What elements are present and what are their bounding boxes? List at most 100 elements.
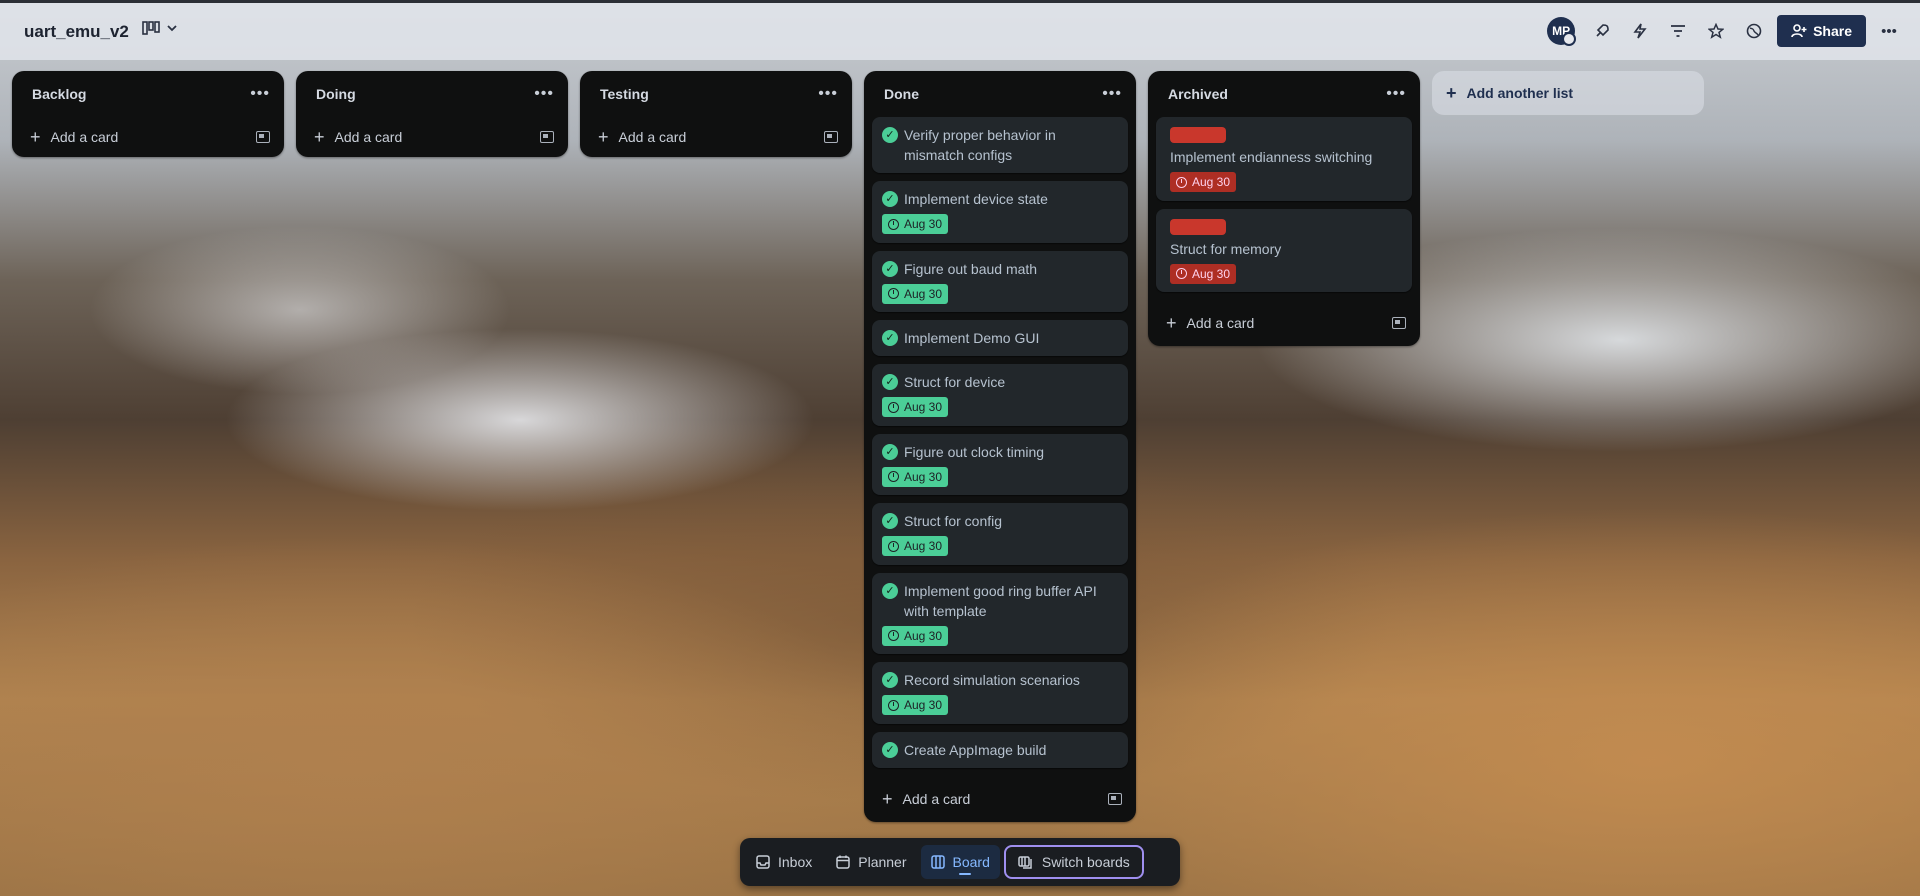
card-template-icon[interactable] [1392, 317, 1406, 329]
list-more-icon[interactable]: ••• [1386, 85, 1406, 103]
due-date-badge[interactable]: Aug 30 [882, 397, 949, 417]
card[interactable]: ✓ Struct for device Aug 30 [872, 364, 1128, 426]
complete-check-icon[interactable]: ✓ [882, 191, 898, 207]
card[interactable]: ✓ Implement Demo GUI [872, 320, 1128, 356]
card-title: Create AppImage build [904, 741, 1047, 758]
nav-board-label: Board [952, 854, 990, 870]
list-header: Testing ••• [580, 71, 852, 117]
card-template-icon[interactable] [540, 131, 554, 143]
share-label: Share [1813, 23, 1852, 39]
automation-button[interactable] [1625, 16, 1655, 46]
card-label[interactable] [1170, 127, 1226, 143]
list-title[interactable]: Done [884, 86, 919, 102]
list-more-icon[interactable]: ••• [534, 85, 554, 103]
board-view-switcher[interactable] [142, 21, 178, 35]
board-menu-button[interactable]: ••• [1874, 16, 1904, 46]
complete-check-icon[interactable]: ✓ [882, 330, 898, 346]
list-title[interactable]: Archived [1168, 86, 1228, 102]
list-header: Backlog ••• [12, 71, 284, 117]
nav-switch-boards[interactable]: Switch boards [1003, 845, 1144, 879]
list-more-icon[interactable]: ••• [818, 85, 838, 103]
card-title: Implement endianness switching [1170, 149, 1373, 165]
card-template-icon[interactable] [256, 131, 270, 143]
due-date: Aug 30 [904, 469, 943, 484]
due-date-badge[interactable]: Aug 30 [882, 214, 949, 234]
power-ups-button[interactable] [1587, 16, 1617, 46]
card[interactable]: ✓ Verify proper behavior in mismatch conf… [872, 117, 1128, 173]
card-template-icon[interactable] [824, 131, 838, 143]
complete-check-icon[interactable]: ✓ [882, 741, 898, 758]
card-template-icon[interactable] [1108, 792, 1122, 805]
plus-icon: + [882, 788, 893, 809]
list-title[interactable]: Testing [600, 86, 649, 102]
list-done: Done ••• ✓ Verify proper behavior in mism… [864, 71, 1136, 822]
card[interactable]: ✓ Figure out clock timing Aug 30 [872, 433, 1128, 495]
calendar-icon [836, 855, 850, 869]
complete-check-icon[interactable]: ✓ [882, 443, 898, 460]
more-icon: ••• [1881, 22, 1897, 40]
switch-boards-icon [1018, 856, 1032, 869]
clock-icon [888, 540, 899, 552]
card[interactable]: ✓ Implement good ring buffer API with tem… [872, 572, 1128, 654]
due-date-badge[interactable]: Aug 30 [882, 466, 949, 487]
list-header: Done ••• [864, 71, 1136, 117]
lightning-icon [1633, 23, 1647, 39]
nav-planner[interactable]: Planner [826, 845, 916, 879]
list-doing: Doing ••• + Add a card [296, 71, 568, 157]
add-list-label: Add another list [1466, 85, 1574, 101]
inbox-icon [756, 855, 770, 869]
add-card-button[interactable]: + Add a card [1148, 300, 1420, 346]
nav-inbox[interactable]: Inbox [746, 845, 822, 879]
card-title: Implement device state [904, 191, 1048, 207]
visibility-button[interactable] [1739, 16, 1769, 46]
add-card-button[interactable]: + Add a card [12, 117, 284, 157]
card[interactable]: ✓ Implement device state Aug 30 [872, 181, 1128, 243]
card[interactable]: Implement endianness switching Aug 30 [1156, 117, 1412, 201]
share-button[interactable]: Share [1777, 15, 1866, 47]
add-card-button[interactable]: + Add a card [864, 776, 1136, 822]
card[interactable]: Struct for memory Aug 30 [1156, 208, 1412, 292]
nav-board[interactable]: Board [920, 845, 1000, 879]
bottom-navigation: Inbox Planner Board Switch boards [740, 838, 1180, 886]
star-button[interactable] [1701, 16, 1731, 46]
card[interactable]: ✓ Create AppImage build [872, 731, 1128, 768]
complete-check-icon[interactable]: ✓ [882, 672, 898, 688]
add-card-button[interactable]: + Add a card [580, 117, 852, 157]
due-date-badge[interactable]: Aug 30 [882, 283, 949, 304]
card-label[interactable] [1170, 218, 1226, 235]
board-title[interactable]: uart_emu_v2 [24, 22, 129, 42]
due-date-badge[interactable]: Aug 30 [882, 625, 949, 646]
board-view-icon [142, 21, 160, 35]
plus-icon: + [30, 127, 41, 147]
card[interactable]: ✓ Struct for config Aug 30 [872, 503, 1128, 565]
due-date-badge[interactable]: Aug 30 [1170, 263, 1237, 284]
list-title[interactable]: Backlog [32, 86, 86, 102]
complete-check-icon[interactable]: ✓ [882, 513, 898, 529]
card-title: Struct for config [904, 513, 1003, 529]
add-card-button[interactable]: + Add a card [296, 117, 568, 157]
card-list[interactable]: ✓ Verify proper behavior in mismatch conf… [864, 117, 1136, 776]
complete-check-icon[interactable]: ✓ [882, 374, 898, 390]
due-date-badge[interactable]: Aug 30 [882, 695, 949, 715]
card[interactable]: ✓ Figure out baud math Aug 30 [872, 250, 1128, 312]
card-list[interactable]: Implement endianness switching Aug 30 St… [1148, 117, 1420, 292]
list-header: Doing ••• [296, 71, 568, 117]
filter-button[interactable] [1663, 16, 1693, 46]
complete-check-icon[interactable]: ✓ [882, 260, 898, 277]
list-archived: Archived ••• Implement endianness switch… [1148, 71, 1420, 346]
complete-check-icon[interactable]: ✓ [882, 582, 898, 599]
add-list-button[interactable]: + Add another list [1432, 71, 1704, 115]
clock-icon [888, 288, 899, 299]
list-title[interactable]: Doing [316, 86, 356, 102]
complete-check-icon[interactable]: ✓ [882, 127, 898, 143]
due-date-badge[interactable]: Aug 30 [1170, 172, 1237, 192]
list-more-icon[interactable]: ••• [250, 85, 270, 103]
plus-icon: + [1446, 83, 1457, 103]
due-date-badge[interactable]: Aug 30 [882, 536, 949, 556]
card[interactable]: ✓ Record simulation scenarios Aug 30 [872, 662, 1128, 724]
filter-icon [1671, 25, 1686, 37]
list-more-icon[interactable]: ••• [1102, 85, 1122, 103]
board-icon [930, 855, 945, 869]
add-card-label: Add a card [1186, 315, 1255, 331]
avatar[interactable]: MP [1547, 17, 1577, 46]
